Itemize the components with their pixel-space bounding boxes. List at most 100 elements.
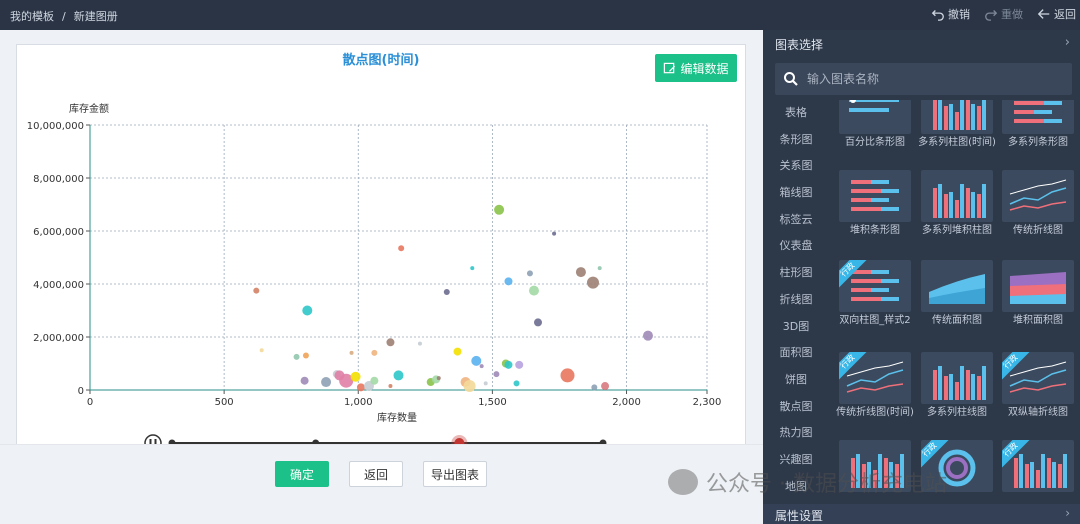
chart-template-label: 传统面积图 (932, 315, 982, 326)
chart-template-label: 传统折线图 (1013, 225, 1063, 236)
chart-template-tile[interactable]: 堆积面积图 (996, 260, 1074, 348)
breadcrumb-home[interactable]: 我的模板 (10, 10, 54, 23)
y-axis-label: 库存金额 (69, 102, 109, 115)
category-item[interactable]: 标签云 (763, 207, 829, 234)
scatter-point (515, 360, 524, 369)
category-item[interactable]: 散点图 (763, 394, 829, 421)
chart-template-tile[interactable]: 堆积条形图 (833, 170, 911, 258)
chart-template-tile[interactable]: 行政 双向柱图_样式2 (833, 260, 911, 348)
scatter-point (586, 276, 599, 289)
search-icon (784, 72, 798, 86)
chart-card[interactable]: 0 2,000,000 4,000,000 6,000,000 8,000,000 10,… (16, 44, 746, 486)
scatter-point (575, 267, 586, 278)
scatter-point (494, 204, 505, 215)
chart-thumbnail-icon (851, 454, 904, 488)
scatter-chart: 0 2,000,000 4,000,000 6,000,000 8,000,000 10,… (27, 102, 722, 464)
scatter-point (552, 231, 557, 236)
search-input[interactable] (807, 72, 1047, 86)
category-item[interactable]: 兴趣图 (763, 447, 829, 474)
panel-title: 图表选择 (775, 38, 824, 52)
chart-template-label: 双纵轴折线图 (1008, 407, 1068, 418)
chart-template-tile[interactable]: 多系列柱线图 (915, 352, 993, 440)
chart-thumbnail-icon (1010, 272, 1066, 304)
breadcrumb-current: 新建图册 (73, 10, 118, 23)
scatter-point (443, 288, 450, 295)
category-item[interactable]: 柱形图 (763, 260, 829, 287)
chart-template-tile[interactable]: 行政传统折线图(时间) (833, 352, 914, 440)
chart-template-tile[interactable]: 传统面积图 (915, 260, 993, 348)
y-tick-label: 6,000,000 (33, 227, 84, 238)
chart-template-tile[interactable]: 多系列堆积柱图 (915, 170, 993, 258)
redo-button[interactable]: 重做 (984, 6, 1023, 22)
chart-template-label: 堆积条形图 (850, 225, 900, 236)
x-axis-label: 库存数量 (377, 411, 417, 424)
y-tick-label: 10,000,000 (27, 121, 84, 132)
chart-template-tile[interactable]: 传统折线图 (996, 170, 1074, 258)
y-tick-label: 2,000,000 (33, 333, 84, 344)
category-item[interactable]: 3D图 (763, 314, 829, 341)
category-item[interactable]: 饼图 (763, 367, 829, 394)
chart-thumbnail-icon (933, 100, 986, 130)
confirm-button[interactable]: 确定 (275, 461, 329, 487)
category-item[interactable]: 热力图 (763, 420, 829, 447)
scatter-point (417, 341, 422, 346)
chart-thumbnail (921, 260, 993, 312)
chart-template-tile[interactable]: 多系列条形图 (996, 100, 1074, 170)
category-item[interactable]: 条形图 (763, 127, 829, 154)
scatter-point (300, 376, 309, 385)
chart-template-label: 多系列堆积柱图 (922, 225, 992, 236)
scatter-point (483, 381, 488, 386)
chart-template-label: 传统折线图(时间) (836, 407, 914, 418)
back-button[interactable]: 返回 (349, 461, 403, 487)
chart-template-tile[interactable]: 百分比条形图 (833, 100, 911, 170)
scatter-point (293, 353, 300, 360)
chart-template-tile[interactable]: 行政 (915, 440, 993, 498)
back-top-button[interactable]: 返回 (1037, 6, 1076, 22)
edit-data-button[interactable]: 编辑数据 (655, 54, 737, 82)
scatter-point (253, 287, 260, 294)
chart-template-tile[interactable]: 多系列柱图(时间) (915, 100, 996, 170)
y-tick-label: 4,000,000 (33, 280, 84, 291)
chart-thumbnail: 行政 (1002, 440, 1074, 492)
chart-template-tile[interactable]: 行政 (996, 440, 1074, 498)
chart-template-label: 堆积面积图 (1013, 315, 1063, 326)
scatter-point (453, 347, 462, 356)
scatter-point (513, 380, 520, 387)
property-settings-header[interactable]: 属性设置 › (763, 504, 1080, 524)
chart-thumbnail (1002, 100, 1074, 134)
category-item[interactable]: 地图 (763, 474, 829, 498)
chart-search (775, 63, 1072, 95)
chart-template-tile[interactable]: 行政 双纵轴折线图 (996, 352, 1074, 440)
category-item[interactable]: 折线图 (763, 287, 829, 314)
category-item[interactable]: 面积图 (763, 340, 829, 367)
confirm-label: 确定 (289, 467, 314, 482)
chart-template-tile[interactable] (833, 440, 911, 498)
scatter-point (533, 318, 542, 327)
panel-header[interactable]: 图表选择 › (763, 30, 1080, 56)
category-item[interactable]: 表格 (763, 100, 829, 127)
back-top-label: 返回 (1054, 8, 1076, 21)
scatter-point (356, 383, 365, 392)
chart-thumbnail (1002, 170, 1074, 222)
chart-thumbnail (921, 352, 993, 404)
export-label: 导出图表 (430, 467, 479, 482)
category-item[interactable]: 仪表盘 (763, 233, 829, 260)
scatter-point (591, 384, 598, 391)
scatter-point (479, 364, 484, 369)
chart-thumbnail: 行政 (839, 260, 911, 312)
category-list: 表格 条形图 关系图 箱线图 标签云 仪表盘 柱形图 折线图 3D图 面积图 饼图 散点图 热力图 兴趣图… (763, 100, 829, 498)
breadcrumb: 我的模板 / 新建图册 (10, 8, 118, 24)
arrow-left-icon (1037, 9, 1050, 19)
x-tick-label: 0 (87, 397, 93, 408)
y-tick-label: 0 (78, 386, 84, 397)
undo-button[interactable]: 撤销 (931, 6, 970, 22)
category-item[interactable]: 箱线图 (763, 180, 829, 207)
scatter-point (349, 350, 354, 355)
export-chart-button[interactable]: 导出图表 (423, 461, 487, 487)
undo-label: 撤销 (948, 8, 970, 21)
chart-thumbnail-icon (851, 180, 899, 211)
chart-template-label: 百分比条形图 (845, 137, 905, 148)
category-item[interactable]: 关系图 (763, 153, 829, 180)
chart-thumbnail: 行政 (839, 352, 911, 404)
scatter-point (504, 277, 513, 286)
